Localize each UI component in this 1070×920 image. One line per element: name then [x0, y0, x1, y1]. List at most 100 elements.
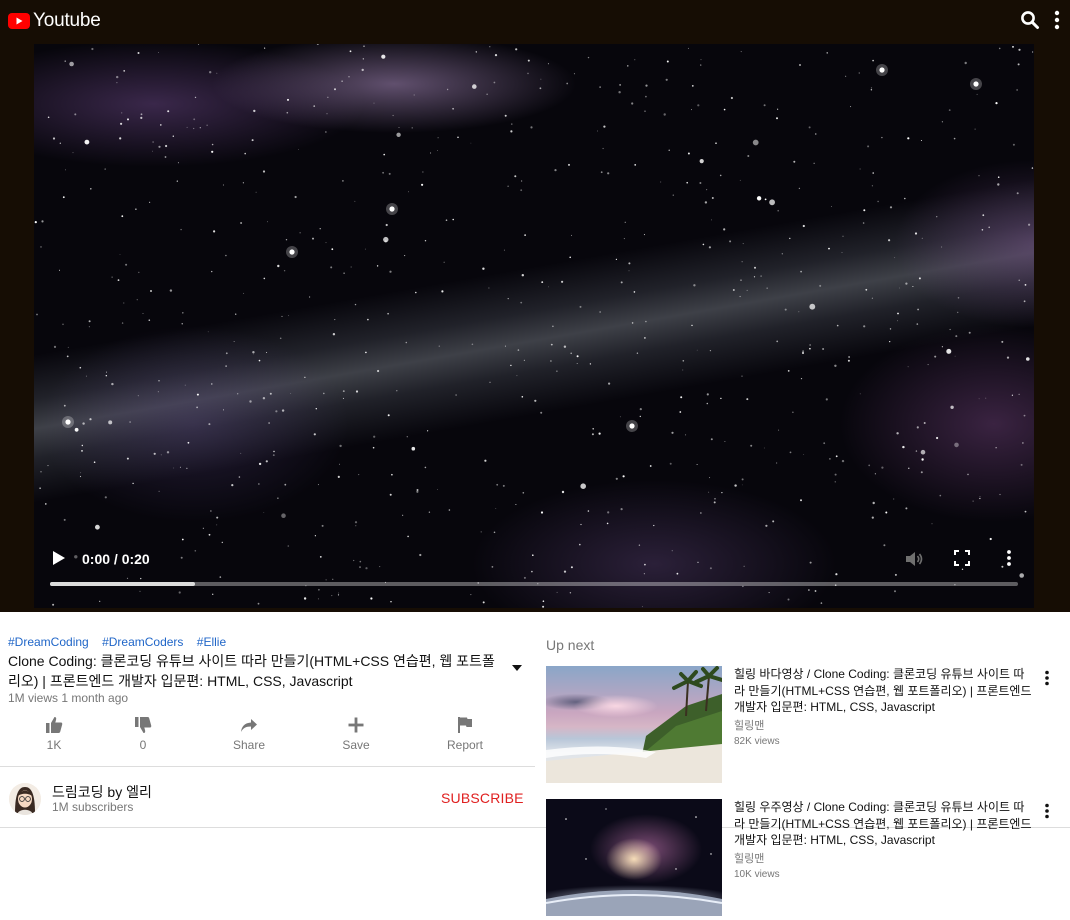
star	[262, 397, 266, 400]
fullscreen-icon[interactable]	[954, 550, 970, 566]
star	[63, 404, 66, 407]
star	[284, 483, 287, 486]
video-thumbnail[interactable]	[546, 799, 722, 916]
recommended-channel-name[interactable]: 힐링맨	[734, 850, 764, 866]
star	[730, 96, 734, 100]
star	[272, 454, 275, 456]
subscribe-button[interactable]: SUBSCRIBE	[441, 790, 524, 806]
recommended-video[interactable]: 힐링 우주영상 / Clone Coding: 클론코딩 유튜브 사이트 따라 …	[546, 799, 1070, 920]
star	[389, 270, 392, 273]
star	[631, 102, 634, 105]
avatar[interactable]	[9, 783, 41, 815]
video-meta: 1M views 1 month ago	[8, 691, 129, 705]
star	[337, 594, 340, 596]
star	[365, 567, 368, 570]
search-icon[interactable]	[1020, 10, 1040, 30]
star	[411, 127, 413, 129]
star	[777, 108, 779, 110]
hashtag-link[interactable]: #Ellie	[197, 635, 226, 649]
save-button[interactable]: Save	[316, 716, 396, 752]
star	[40, 246, 42, 248]
star	[88, 320, 91, 323]
star	[177, 162, 179, 164]
hashtag-link[interactable]: #DreamCoding	[8, 635, 89, 649]
star	[792, 411, 794, 413]
hashtag-link[interactable]: #DreamCoders	[102, 635, 183, 649]
star	[789, 237, 791, 240]
star	[285, 239, 288, 241]
star	[696, 464, 698, 465]
star	[81, 444, 83, 447]
more-vertical-icon[interactable]	[1043, 803, 1051, 819]
star	[946, 348, 952, 354]
star	[912, 286, 914, 287]
star	[219, 576, 222, 578]
star	[550, 360, 552, 362]
star	[1011, 394, 1014, 396]
star	[628, 262, 631, 265]
star	[315, 408, 317, 410]
star	[179, 466, 181, 468]
star	[628, 270, 630, 272]
star	[561, 490, 565, 494]
star	[36, 313, 38, 316]
star	[437, 137, 439, 139]
progress-bar[interactable]	[50, 582, 1018, 586]
star	[978, 398, 980, 400]
star	[691, 109, 692, 111]
star	[275, 410, 278, 413]
star	[196, 406, 199, 409]
star	[331, 595, 333, 597]
star	[835, 455, 838, 458]
caret-down-icon[interactable]	[512, 665, 522, 671]
more-vertical-icon[interactable]	[1043, 670, 1051, 686]
star	[742, 243, 744, 245]
star	[62, 196, 65, 199]
report-button[interactable]: Report	[425, 716, 505, 752]
volume-muted-icon[interactable]	[904, 549, 924, 569]
star	[104, 168, 106, 170]
star	[877, 200, 879, 203]
star	[309, 296, 311, 298]
star	[885, 511, 888, 514]
star	[974, 128, 976, 130]
star	[862, 222, 865, 224]
star	[438, 345, 440, 347]
star	[576, 355, 579, 358]
star	[489, 381, 491, 383]
star	[815, 133, 817, 135]
more-vertical-icon[interactable]	[1050, 10, 1064, 30]
video-player[interactable]: 0:00 / 0:20	[34, 44, 1034, 608]
star	[706, 189, 708, 191]
channel-name[interactable]: 드림코딩 by 엘리	[52, 782, 152, 802]
video-more-icon[interactable]	[1004, 548, 1014, 568]
star	[1020, 463, 1023, 466]
recommended-video-title[interactable]: 힐링 우주영상 / Clone Coding: 클론코딩 유튜브 사이트 따라 …	[734, 799, 1032, 849]
like-button[interactable]: 1K	[14, 716, 94, 752]
video-thumbnail[interactable]	[546, 666, 722, 783]
star	[968, 331, 971, 334]
recommended-video[interactable]: 힐링 바다영상 / Clone Coding: 클론코딩 유튜브 사이트 따라 …	[546, 666, 1070, 788]
star	[331, 248, 334, 251]
star	[332, 578, 334, 580]
star	[258, 483, 260, 485]
dislike-button[interactable]: 0	[103, 716, 183, 752]
star	[600, 171, 603, 174]
share-button[interactable]: Share	[209, 716, 289, 752]
star	[709, 350, 712, 352]
star	[1019, 573, 1024, 578]
star	[741, 484, 743, 486]
logo[interactable]: Youtube	[8, 10, 101, 32]
star	[918, 277, 921, 280]
star	[623, 238, 625, 240]
star	[510, 364, 512, 367]
play-icon[interactable]	[52, 550, 66, 566]
star	[828, 247, 830, 250]
star	[819, 284, 822, 287]
star	[363, 45, 365, 47]
star	[868, 464, 871, 467]
subscriber-count: 1M subscribers	[52, 800, 134, 814]
recommended-video-title[interactable]: 힐링 바다영상 / Clone Coding: 클론코딩 유튜브 사이트 따라 …	[734, 666, 1032, 716]
star	[408, 191, 409, 193]
recommended-channel-name[interactable]: 힐링맨	[734, 717, 764, 733]
